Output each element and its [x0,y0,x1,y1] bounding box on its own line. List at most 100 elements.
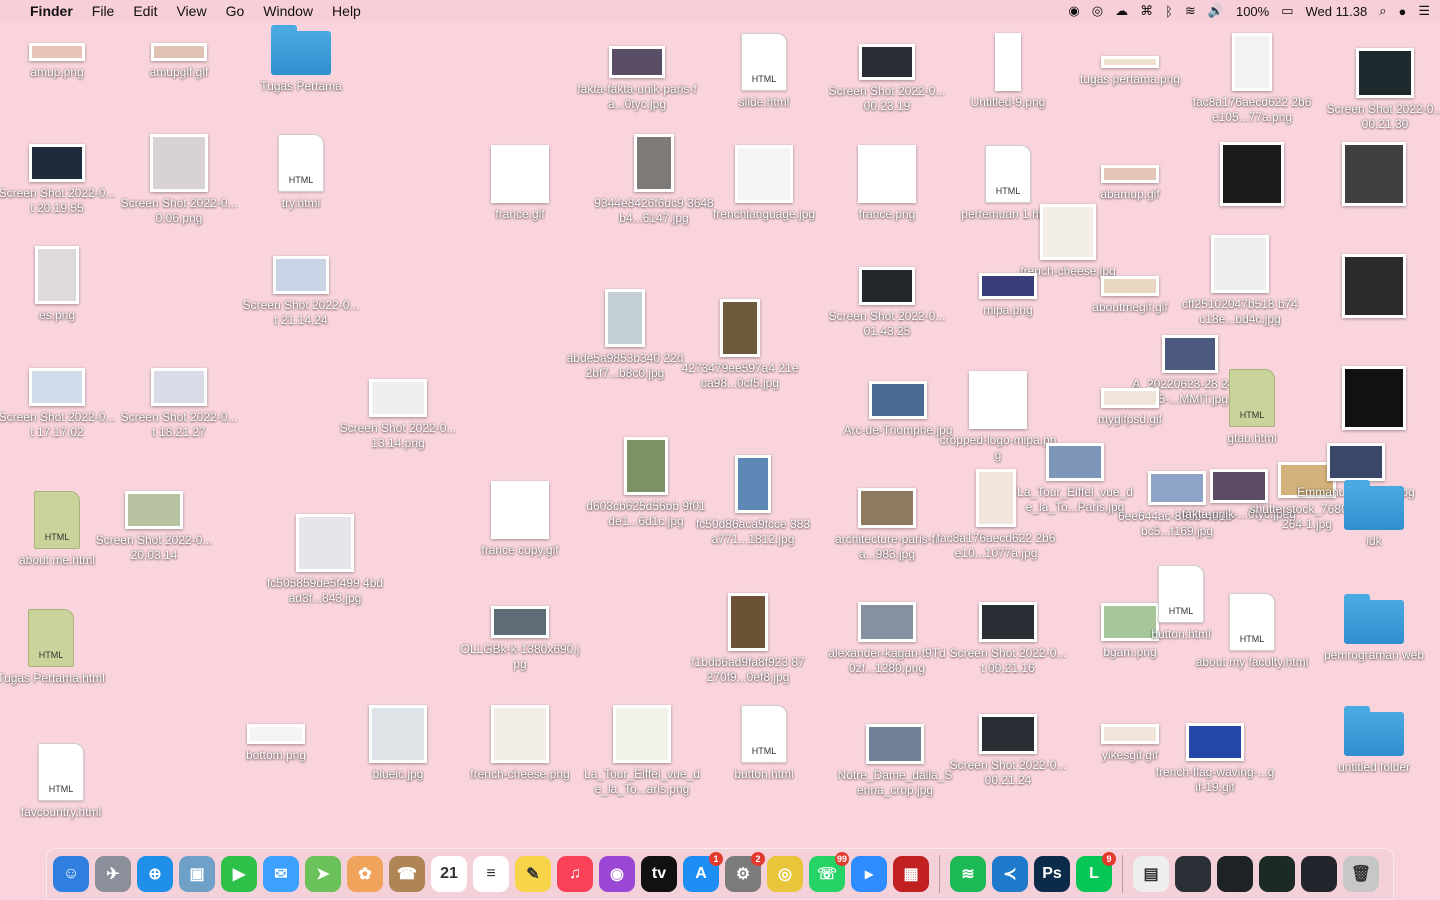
desktop-file[interactable]: Screen Shot 2022-0...00.23.19 [827,44,947,114]
menu-app-name[interactable]: Finder [30,3,73,19]
desktop-file[interactable]: Screen Shot 2022-0...0.06.png [119,134,239,226]
line-status-icon[interactable]: ◉ [1068,3,1079,19]
wifi-icon[interactable]: ≋ [1185,3,1196,19]
desktop-file[interactable]: La_Tour_Eiffel_vue_de_la_To...aris.png [582,705,702,797]
window-thumb-2-icon[interactable] [1217,856,1253,892]
desktop-file[interactable] [1314,142,1434,206]
launchpad-icon[interactable]: ✈ [95,856,131,892]
window-thumb-1-icon[interactable] [1175,856,1211,892]
desktop-file[interactable]: Screen Shot 2022-0...13.14.png [338,379,458,451]
chrome-icon[interactable]: ◎ [767,856,803,892]
battery-icon[interactable]: ▭ [1281,3,1293,19]
desktop-file[interactable]: Screen Shot 2022-0...00.21.24 [948,714,1068,788]
desktop-file[interactable]: d603cb625d56bb 9f01de1...6d1c.jpg [586,437,706,529]
menu-help[interactable]: Help [332,3,361,19]
desktop-file[interactable]: cff25102047b518 b74c18e...bd4c.jpg [1180,235,1300,327]
desktop-file[interactable]: OLLGBk-k-1380x690.jpg [460,606,580,672]
desktop-file[interactable]: french-cheese.png [460,705,580,782]
safari-icon[interactable]: ⊕ [137,856,173,892]
finder-icon[interactable]: ☺ [53,856,89,892]
volume-icon[interactable]: 🔊 [1208,3,1224,19]
search-icon[interactable]: ⌕ [1379,3,1386,19]
menu-window[interactable]: Window [263,3,313,19]
desktop-folder[interactable]: Tugas Pertama [241,25,361,94]
desktop-file[interactable]: fakta-fakta-unik-paris-fa...0tyc.jpg [577,46,697,112]
menu-edit[interactable]: Edit [133,3,157,19]
reminders-icon[interactable]: ≡ [473,856,509,892]
menu-file[interactable]: File [92,3,115,19]
desktop-file[interactable]: Screen Shot 2022-0...t 20.19.55 [0,144,117,216]
window-thumb-4-icon[interactable] [1301,856,1337,892]
desktop-file[interactable]: Untitled-9.png [948,33,1068,110]
desktop-file[interactable]: mygifpsd.gif [1070,388,1190,427]
desktop-file[interactable]: f1bdb6ad9fa8f923 87270f9...0ef8.jpg [688,593,808,685]
desktop-file[interactable]: HTML about my faculty.html [1192,593,1312,670]
music-icon[interactable]: ♫ [557,856,593,892]
maps-icon[interactable]: ➤ [305,856,341,892]
desktop-file[interactable]: Screen Shot 2022-0...t 00.21.16 [948,602,1068,676]
desktop-file[interactable] [1192,142,1312,206]
window-thumb-3-icon[interactable] [1259,856,1295,892]
desktop-file[interactable]: fc50d86aca9fcce 383a771...1812.jpg [693,455,813,547]
spotify-icon[interactable]: ≋ [950,856,986,892]
desktop-file[interactable]: fac8a176aecd622 2b6e105...77a.png [1192,33,1312,125]
desktop-file[interactable]: frenchlanguage.jpg [704,145,824,222]
desktop-file[interactable]: architecture-paris-fra...983.jpg [827,488,947,562]
desktop-file[interactable]: 9344e8426f6dc9 3648b4...6147.jpg [594,134,714,226]
desktop-file[interactable]: mipa.png [948,273,1068,318]
line-icon[interactable]: L9 [1076,852,1116,892]
facetime-icon[interactable]: ▶ [221,856,257,892]
desktop-file[interactable]: bottom.png [216,724,336,763]
zoom-icon[interactable]: ▸ [851,856,887,892]
desktop-file[interactable]: france.png [827,145,947,222]
vscode-icon[interactable]: ≺ [992,856,1028,892]
jpeg-doc-icon[interactable]: ▤ [1133,856,1169,892]
whatsapp-icon[interactable]: ☏ 99 [809,852,849,892]
desktop-file[interactable]: blueic.jpg [338,705,458,782]
desktop-file[interactable] [1314,366,1434,430]
desktop-file[interactable]: Screen Shot 2022-0...20.03.14 [94,491,214,563]
clock[interactable]: Wed 11.38 [1306,4,1368,19]
bluetooth-icon[interactable]: ᛒ [1165,4,1173,19]
desktop-file[interactable]: Notre_Dame_dalla_Senna_crop.jpg [835,724,955,798]
calendar-icon[interactable]: 21 [431,856,467,892]
desktop-file[interactable]: HTML Tugas Pertama.html [0,609,111,686]
desktop-file[interactable]: HTML gtau.html [1192,369,1312,446]
desktop-folder[interactable]: idk [1314,480,1434,549]
desktop-file[interactable]: abde5a9853b340 22d2bf7...b8c0.jpg [565,289,685,381]
desktop-file[interactable]: aboutmegif.gif [1070,276,1190,315]
tv-icon[interactable]: tv [641,856,677,892]
desktop-file[interactable]: fc505859de5f499 4bdad3f...843.jpg [265,514,385,606]
desktop-file[interactable]: HTML try.html [241,134,361,211]
control-center-icon[interactable]: ☰ [1418,3,1430,19]
notes-icon[interactable]: ✎ [515,856,551,892]
desktop-folder[interactable]: pemrograman web [1314,594,1434,663]
desktop-file[interactable]: Screen Shot 2022-0...t 18.21.27 [119,368,239,440]
desktop-file[interactable]: french-cheese.jpg [1008,204,1128,279]
desktop-file[interactable]: Screen Shot 2022-0...t 17.17.02 [0,368,117,440]
desktop-file[interactable]: french-flag-waving-...gif-19.gif [1155,723,1275,795]
desktop-file[interactable]: Screen Shot 2022-0...01.43.25 [827,267,947,339]
menu-view[interactable]: View [176,3,206,19]
system-preferences-icon[interactable]: ⚙ 2 [725,852,765,892]
messages-icon[interactable]: ✉ [263,856,299,892]
photos-icon[interactable]: ✿ [347,856,383,892]
desktop-folder[interactable]: untitled folder [1314,706,1434,775]
siri-icon[interactable]: ● [1398,4,1406,19]
photo-booth-icon[interactable]: ▦ [893,856,929,892]
trash-icon[interactable]: 🗑 [1343,856,1379,892]
desktop-file[interactable]: Screen Shot 2022-0...00.21.30 [1325,48,1440,132]
desktop-file[interactable]: HTML slide.html [704,33,824,110]
desktop-file[interactable]: france copy.gif [460,481,580,558]
desktop-file[interactable]: france.gif [460,145,580,222]
desktop-file[interactable]: amupgif.gif [119,43,239,80]
desktop-file[interactable]: abamup.gif [1070,165,1190,202]
desktop-file[interactable]: tugas pertama.png [1070,56,1190,87]
photoshop-icon[interactable]: Ps [1034,856,1070,892]
menu-go[interactable]: Go [226,3,245,19]
app-store-icon[interactable]: A1 [683,852,723,892]
contacts-icon[interactable]: ☎ [389,856,425,892]
desktop-file[interactable] [1314,254,1434,318]
battery-percent[interactable]: 100% [1236,4,1269,19]
keyboard-input-icon[interactable]: ⌘ [1140,3,1153,19]
